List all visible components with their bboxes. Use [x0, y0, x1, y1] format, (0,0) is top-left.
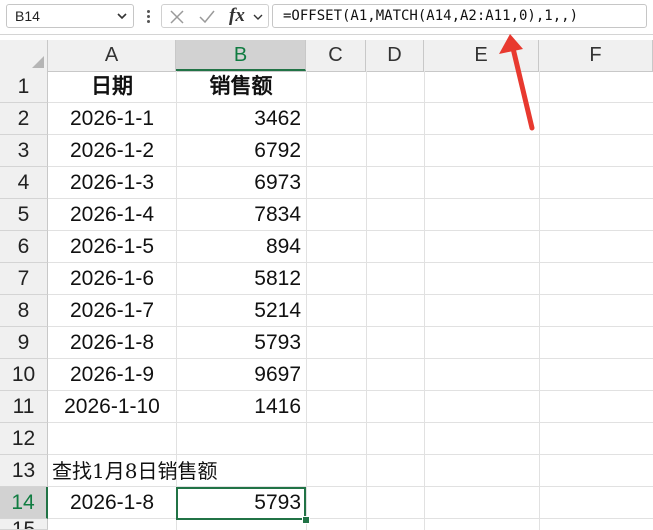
cell-a13-lookup-prompt[interactable]: 查找1月8日销售额 — [48, 455, 308, 487]
fill-handle[interactable] — [302, 516, 310, 524]
column-header-f[interactable]: F — [539, 40, 653, 71]
row-header-10[interactable]: 10 — [0, 359, 48, 391]
cell-a7[interactable]: 2026-1-6 — [48, 263, 176, 295]
row-header-6[interactable]: 6 — [0, 231, 48, 263]
selected-cell-border — [176, 487, 306, 520]
column-header-c[interactable]: C — [306, 40, 366, 71]
cell-b8[interactable]: 5214 — [176, 295, 306, 327]
cell-a6[interactable]: 2026-1-5 — [48, 231, 176, 263]
cell-b11[interactable]: 1416 — [176, 391, 306, 423]
row-header-11[interactable]: 11 — [0, 391, 48, 423]
cell-b4[interactable]: 6973 — [176, 167, 306, 199]
cell-b1[interactable]: 销售额 — [176, 71, 306, 103]
column-header-d[interactable]: D — [366, 40, 424, 71]
row-header-4[interactable]: 4 — [0, 167, 48, 199]
cell-a3[interactable]: 2026-1-2 — [48, 135, 176, 167]
row-header-12[interactable]: 12 — [0, 423, 48, 455]
red-arrow-annotation — [499, 34, 535, 131]
insert-function-icon[interactable]: fx — [229, 2, 255, 30]
cell-a1[interactable]: 日期 — [48, 71, 176, 103]
name-box[interactable]: B14 — [6, 4, 134, 28]
chevron-down-icon[interactable] — [253, 12, 263, 22]
cell-a8[interactable]: 2026-1-7 — [48, 295, 176, 327]
cell-a5[interactable]: 2026-1-4 — [48, 199, 176, 231]
column-header-b[interactable]: B — [176, 40, 306, 71]
row-header-8[interactable]: 8 — [0, 295, 48, 327]
gridline — [366, 71, 367, 530]
cell-b6[interactable]: 894 — [176, 231, 306, 263]
row-header-1[interactable]: 1 — [0, 71, 48, 103]
cell-a10[interactable]: 2026-1-9 — [48, 359, 176, 391]
gridline — [424, 71, 425, 530]
formula-bar: B14 fx =OFFSET(A1,MATCH(A14,A2:A11,0),1,… — [0, 0, 653, 35]
cell-a2[interactable]: 2026-1-1 — [48, 103, 176, 135]
row-header-7[interactable]: 7 — [0, 263, 48, 295]
cell-a11[interactable]: 2026-1-10 — [48, 391, 176, 423]
checkmark-icon[interactable] — [198, 8, 216, 26]
cancel-icon[interactable] — [168, 8, 186, 26]
cell-b2[interactable]: 3462 — [176, 103, 306, 135]
cell-a14-lookup-key[interactable]: 2026-1-8 — [48, 487, 176, 519]
cell-b5[interactable]: 7834 — [176, 199, 306, 231]
row-header-13[interactable]: 13 — [0, 455, 48, 487]
row-header-14[interactable]: 14 — [0, 487, 48, 519]
cell-a4[interactable]: 2026-1-3 — [48, 167, 176, 199]
cell-a9[interactable]: 2026-1-8 — [48, 327, 176, 359]
column-headers: A B C D E F — [0, 40, 653, 72]
row-header-9[interactable]: 9 — [0, 327, 48, 359]
more-options-icon[interactable] — [145, 8, 151, 26]
cell-b10[interactable]: 9697 — [176, 359, 306, 391]
row-header-5[interactable]: 5 — [0, 199, 48, 231]
gridline — [539, 71, 540, 530]
formula-input[interactable]: =OFFSET(A1,MATCH(A14,A2:A11,0),1,,) — [272, 4, 647, 28]
row-header-3[interactable]: 3 — [0, 135, 48, 167]
cell-b9[interactable]: 5793 — [176, 327, 306, 359]
row-header-15[interactable]: 15 — [0, 519, 48, 530]
cell-b3[interactable]: 6792 — [176, 135, 306, 167]
chevron-down-icon[interactable] — [116, 10, 128, 22]
column-header-a[interactable]: A — [48, 40, 176, 71]
select-all-button[interactable] — [0, 40, 48, 71]
cell-b7[interactable]: 5812 — [176, 263, 306, 295]
row-header-2[interactable]: 2 — [0, 103, 48, 135]
